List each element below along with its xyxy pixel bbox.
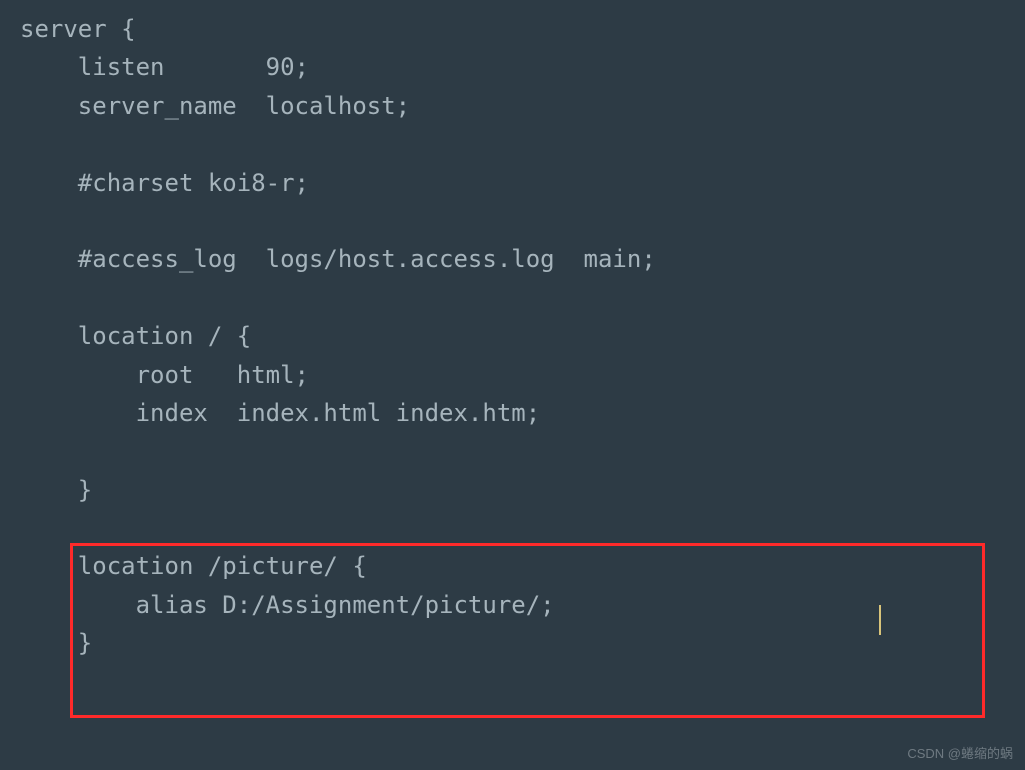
code-line: root html; bbox=[20, 361, 309, 389]
highlight-box bbox=[70, 543, 985, 718]
code-line: } bbox=[20, 476, 92, 504]
watermark: CSDN @蜷缩的蜗 bbox=[907, 743, 1013, 762]
code-line: listen 90; bbox=[20, 53, 309, 81]
code-line: #access_log logs/host.access.log main; bbox=[20, 245, 656, 273]
code-line: location / { bbox=[20, 322, 251, 350]
code-line: index index.html index.htm; bbox=[20, 399, 540, 427]
code-line: server_name localhost; bbox=[20, 92, 410, 120]
code-line: #charset koi8-r; bbox=[20, 169, 309, 197]
text-cursor bbox=[879, 605, 881, 635]
code-line: server { bbox=[20, 15, 136, 43]
